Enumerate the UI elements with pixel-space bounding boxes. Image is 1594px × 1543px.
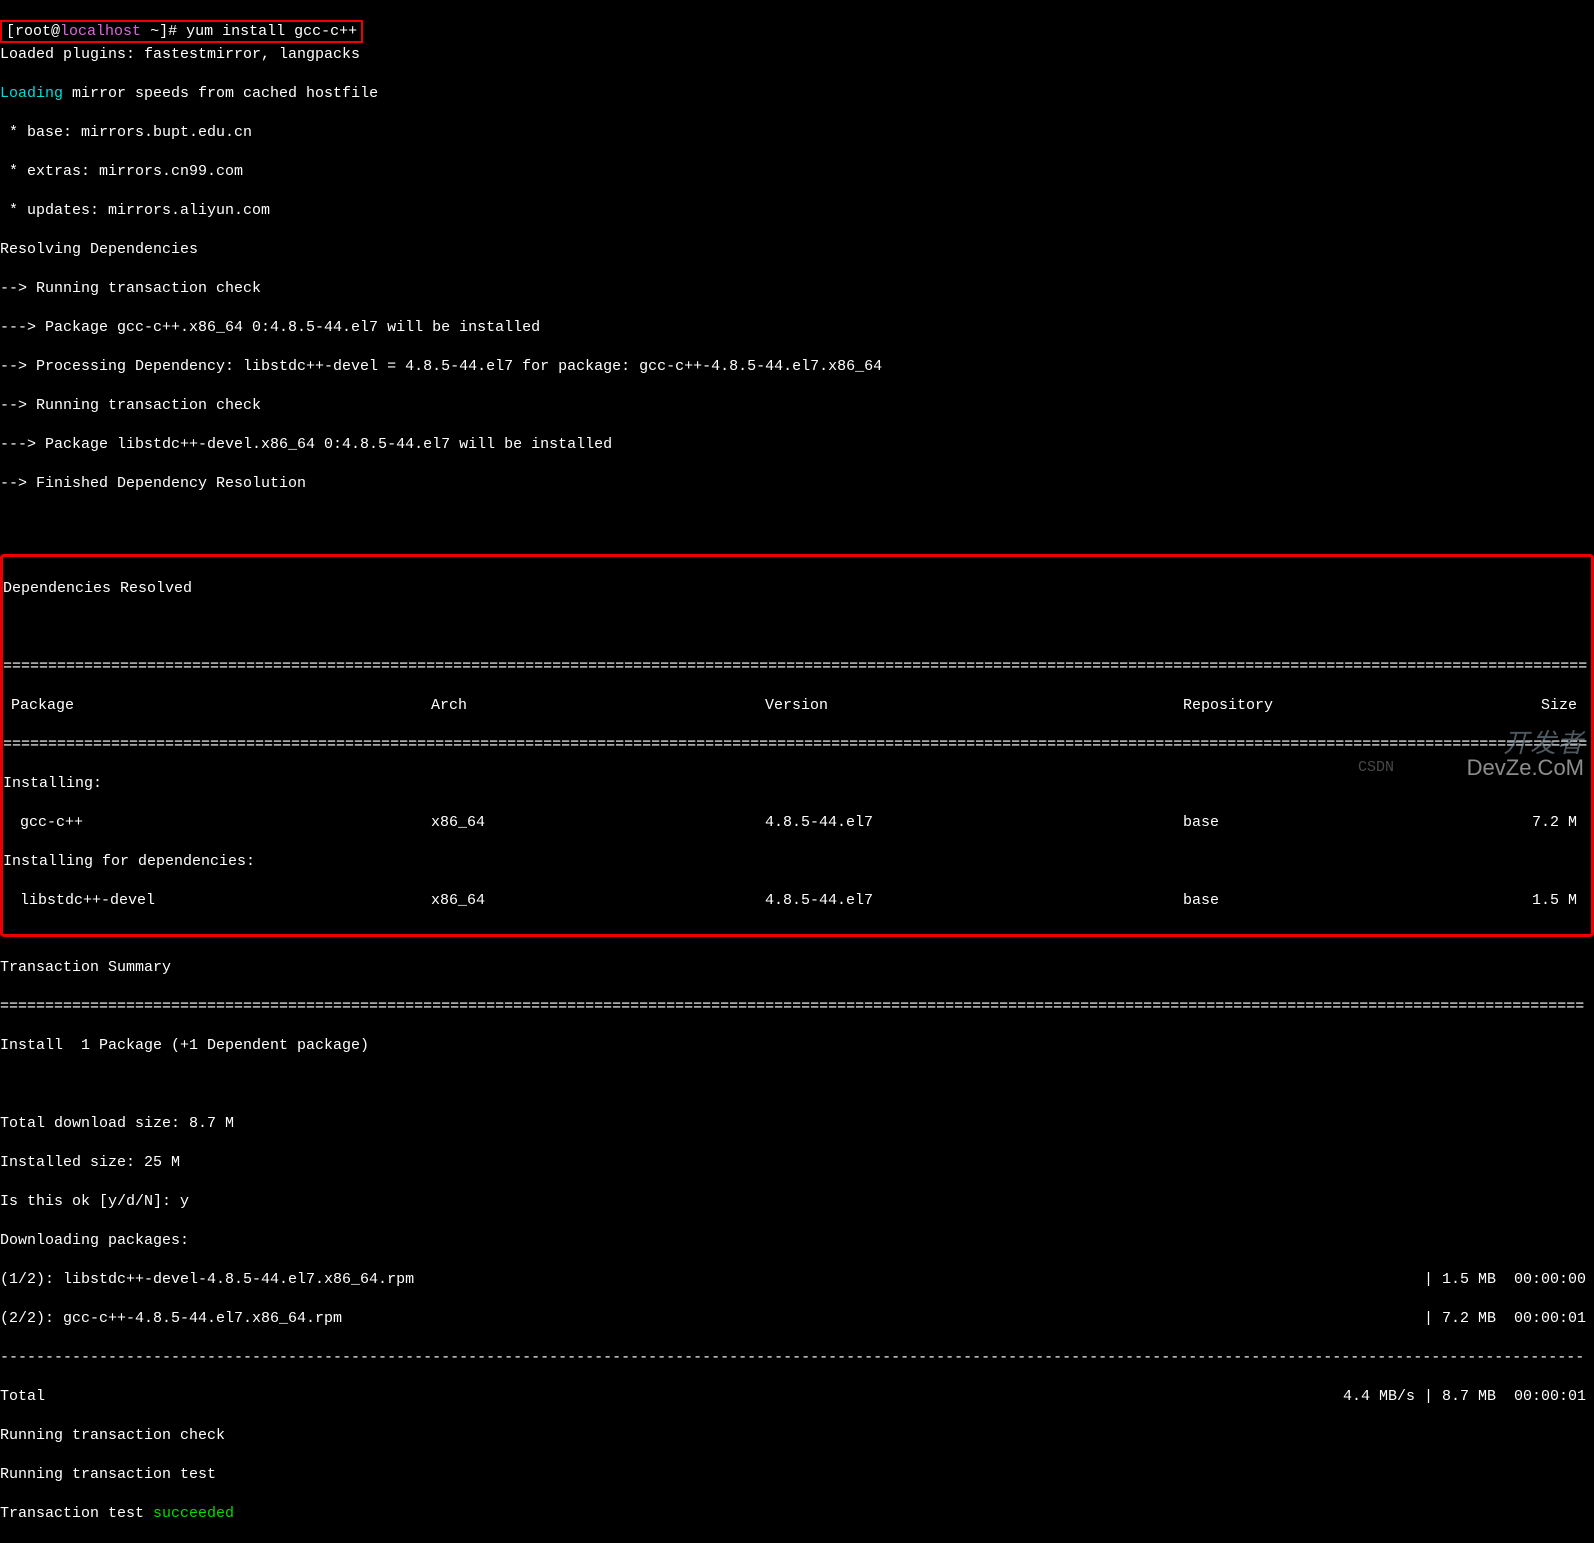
dependencies-resolved-highlight: Dependencies Resolved ==================…: [0, 554, 1594, 937]
header-size: Size: [1513, 696, 1589, 716]
blank-line: [0, 1075, 1594, 1095]
prompt-hash: ]#: [159, 23, 186, 40]
output-line: --> Finished Dependency Resolution: [0, 474, 1594, 494]
header-version: Version: [765, 696, 1183, 716]
cell-repo: base: [1183, 891, 1513, 911]
total-speed: 4.4 MB/s | 8.7 MB 00:00:01: [1343, 1387, 1594, 1407]
command-prompt-highlight: [root@localhost ~]# yum install gcc-c++: [0, 20, 363, 44]
table-row: libstdc++-devel x86_64 4.8.5-44.el7 base…: [3, 891, 1591, 911]
separator-line: ========================================…: [3, 735, 1591, 755]
prompt-host: localhost: [60, 23, 141, 40]
total-row: Total 4.4 MB/s | 8.7 MB 00:00:01: [0, 1387, 1594, 1407]
total-label: Total: [0, 1387, 45, 1407]
loading-text: mirror speeds from cached hostfile: [63, 85, 378, 102]
download-row: (2/2): gcc-c++-4.8.5-44.el7.x86_64.rpm |…: [0, 1309, 1594, 1329]
transaction-test-result: Transaction test succeeded: [0, 1504, 1594, 1524]
download-progress: | 1.5 MB 00:00:00: [1424, 1270, 1594, 1290]
installing-label: Installing:: [3, 774, 1591, 794]
transaction-summary-title: Transaction Summary: [0, 958, 1594, 978]
confirm-prompt[interactable]: Is this ok [y/d/N]: y: [0, 1192, 1594, 1212]
install-summary: Install 1 Package (+1 Dependent package): [0, 1036, 1594, 1056]
output-line: Resolving Dependencies: [0, 240, 1594, 260]
cell-package: libstdc++-devel: [3, 891, 431, 911]
output-line: * extras: mirrors.cn99.com: [0, 162, 1594, 182]
bracket: [: [6, 23, 15, 40]
csdn-watermark: CSDN: [1358, 758, 1394, 778]
output-line: Loaded plugins: fastestmirror, langpacks: [0, 45, 1594, 65]
running-test: Running transaction test: [0, 1465, 1594, 1485]
prompt-user: root: [15, 23, 51, 40]
prompt-path: ~: [141, 23, 159, 40]
deps-title: Dependencies Resolved: [3, 579, 1591, 599]
installed-size: Installed size: 25 M: [0, 1153, 1594, 1173]
output-line: --> Running transaction check: [0, 396, 1594, 416]
output-line: * updates: mirrors.aliyun.com: [0, 201, 1594, 221]
blank-line: [0, 513, 1594, 533]
download-row: (1/2): libstdc++-devel-4.8.5-44.el7.x86_…: [0, 1270, 1594, 1290]
total-download-size: Total download size: 8.7 M: [0, 1114, 1594, 1134]
output-line: --> Processing Dependency: libstdc++-dev…: [0, 357, 1594, 377]
downloading-label: Downloading packages:: [0, 1231, 1594, 1251]
cell-arch: x86_64: [431, 891, 765, 911]
installing-deps-label: Installing for dependencies:: [3, 852, 1591, 872]
output-line: ---> Package libstdc++-devel.x86_64 0:4.…: [0, 435, 1594, 455]
cell-repo: base: [1183, 813, 1513, 833]
header-package: Package: [3, 696, 431, 716]
cell-version: 4.8.5-44.el7: [765, 813, 1183, 833]
cell-package: gcc-c++: [3, 813, 431, 833]
cell-arch: x86_64: [431, 813, 765, 833]
header-repository: Repository: [1183, 696, 1513, 716]
output-line: * base: mirrors.bupt.edu.cn: [0, 123, 1594, 143]
download-progress: | 7.2 MB 00:00:01: [1424, 1309, 1594, 1329]
cell-version: 4.8.5-44.el7: [765, 891, 1183, 911]
download-file: (2/2): gcc-c++-4.8.5-44.el7.x86_64.rpm: [0, 1309, 342, 1329]
download-file: (1/2): libstdc++-devel-4.8.5-44.el7.x86_…: [0, 1270, 414, 1290]
output-line: --> Running transaction check: [0, 279, 1594, 299]
output-line: Loading mirror speeds from cached hostfi…: [0, 84, 1594, 104]
separator-line: ========================================…: [3, 657, 1591, 677]
header-arch: Arch: [431, 696, 765, 716]
table-header-row: Package Arch Version Repository Size: [3, 696, 1591, 716]
cell-size: 7.2 M: [1513, 813, 1589, 833]
dash-separator: ----------------------------------------…: [0, 1348, 1594, 1368]
terminal-output: [root@localhost ~]# yum install gcc-c++ …: [0, 0, 1594, 1543]
succeeded-status: succeeded: [153, 1505, 234, 1522]
command-text: yum install gcc-c++: [186, 23, 357, 40]
cell-size: 1.5 M: [1513, 891, 1589, 911]
tt-label: Transaction test: [0, 1505, 153, 1522]
loading-label: Loading: [0, 85, 63, 102]
separator-line: ========================================…: [0, 997, 1594, 1017]
running-check: Running transaction check: [0, 1426, 1594, 1446]
blank-line: [3, 618, 1591, 638]
watermark-en: DevZe.CoM: [1467, 754, 1584, 783]
output-line: ---> Package gcc-c++.x86_64 0:4.8.5-44.e…: [0, 318, 1594, 338]
table-row: gcc-c++ x86_64 4.8.5-44.el7 base 7.2 M: [3, 813, 1591, 833]
at-sign: @: [51, 23, 60, 40]
